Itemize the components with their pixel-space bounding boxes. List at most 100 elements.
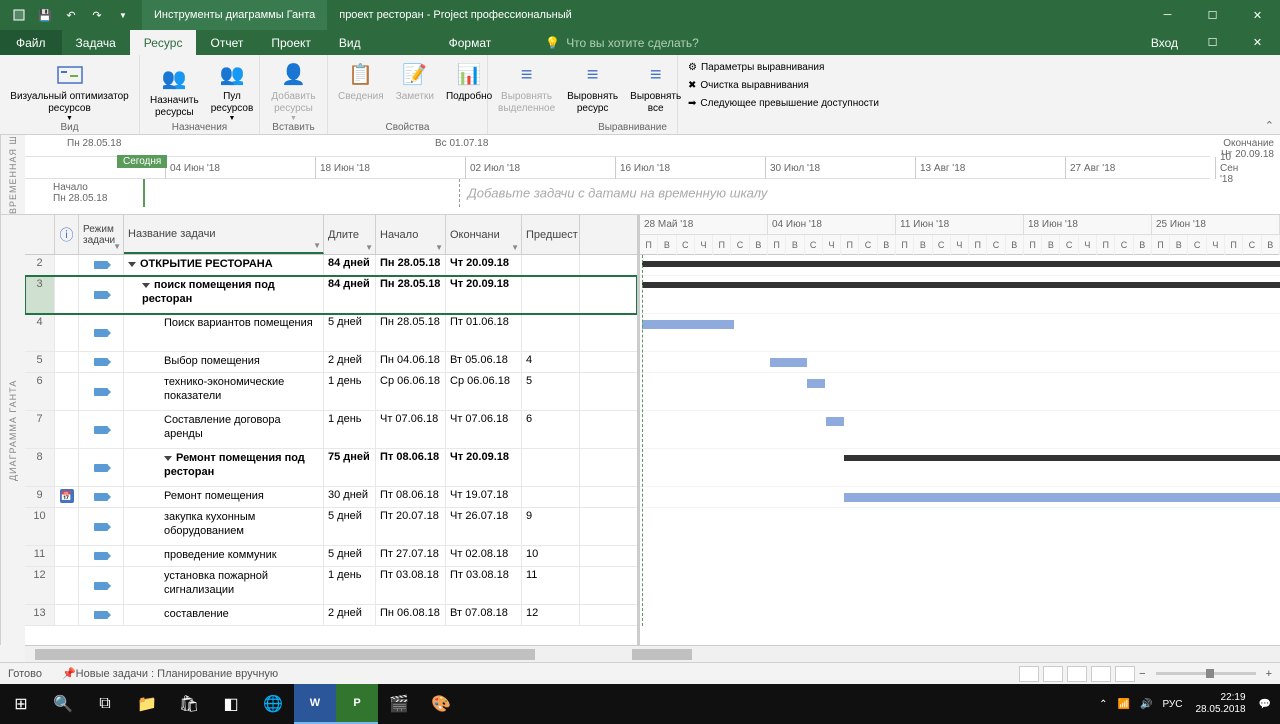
project-button[interactable]: P [336, 684, 378, 724]
tray-chevron-icon[interactable]: ⌃ [1094, 684, 1112, 724]
timeline-placeholder[interactable]: Добавьте задачи с датами на временную шк… [468, 186, 768, 201]
view-sheet-button[interactable] [1091, 666, 1111, 682]
tray-input-lang[interactable]: РУС [1157, 684, 1187, 724]
cell-start[interactable]: Пн 06.08.18 [376, 605, 446, 625]
add-resources-button[interactable]: 👤 Добавить ресурсы ▼ [264, 57, 323, 125]
cell-name[interactable]: ОТКРЫТИЕ РЕСТОРАНА [124, 255, 324, 275]
row-number[interactable]: 5 [25, 352, 55, 372]
col-rownum[interactable] [25, 215, 55, 254]
cell-start[interactable]: Пн 28.05.18 [376, 255, 446, 275]
task-row[interactable]: 7 Составление договора аренды 1 день Чт … [25, 411, 637, 449]
tab-view[interactable]: Вид [325, 30, 375, 55]
cell-start[interactable]: Пн 28.05.18 [376, 314, 446, 351]
col-name[interactable]: Название задачи▼ [124, 215, 324, 254]
tab-report[interactable]: Отчет [196, 30, 257, 55]
cell-name[interactable]: Выбор помещения [124, 352, 324, 372]
cell-indicator[interactable] [55, 255, 79, 275]
cell-indicator[interactable] [55, 567, 79, 604]
cell-indicator[interactable] [55, 352, 79, 372]
app-button[interactable]: ◧ [210, 684, 252, 724]
ribbon-close-button[interactable]: ✕ [1235, 28, 1280, 58]
cell-start[interactable]: Пт 08.06.18 [376, 449, 446, 486]
save-icon[interactable]: 💾 [34, 4, 56, 26]
cell-mode[interactable] [79, 567, 124, 604]
cell-name[interactable]: Поиск вариантов помещения [124, 314, 324, 351]
cell-indicator[interactable] [55, 411, 79, 448]
start-button[interactable]: ⊞ [0, 684, 42, 724]
task-bar[interactable] [826, 417, 844, 426]
collapse-icon[interactable] [164, 456, 172, 461]
cell-mode[interactable] [79, 314, 124, 351]
cell-indicator[interactable] [55, 546, 79, 566]
dropdown-arrow-icon[interactable]: ▼ [365, 243, 373, 252]
tray-clock[interactable]: 22:19 28.05.2018 [1187, 692, 1253, 716]
cell-name[interactable]: технико-экономические показатели [124, 373, 324, 410]
row-number[interactable]: 4 [25, 314, 55, 351]
col-mode[interactable]: Режим задачи▼ [79, 215, 124, 254]
resource-pool-button[interactable]: 👥 Пул ресурсов ▼ [205, 57, 260, 125]
zoom-in-button[interactable]: + [1266, 668, 1272, 680]
app-icon[interactable] [8, 4, 30, 26]
collapse-icon[interactable] [142, 283, 150, 288]
collapse-ribbon-button[interactable]: ⌃ [1265, 119, 1274, 132]
view-gantt-button[interactable] [1019, 666, 1039, 682]
dropdown-arrow-icon[interactable]: ▼ [113, 243, 121, 252]
dropdown-arrow-icon[interactable]: ▼ [435, 243, 443, 252]
cell-name[interactable]: составление [124, 605, 324, 625]
cell-start[interactable]: Пт 27.07.18 [376, 546, 446, 566]
cell-start[interactable]: Пн 04.06.18 [376, 352, 446, 372]
row-number[interactable]: 2 [25, 255, 55, 275]
cell-name[interactable]: установка пожарной сигнализации [124, 567, 324, 604]
cell-finish[interactable]: Вт 07.08.18 [446, 605, 522, 625]
cell-duration[interactable]: 84 дней [324, 276, 376, 313]
cell-indicator[interactable] [55, 314, 79, 351]
cell-duration[interactable]: 5 дней [324, 314, 376, 351]
cell-indicator[interactable] [55, 276, 79, 313]
cell-finish[interactable]: Чт 20.09.18 [446, 255, 522, 275]
cell-predecessor[interactable]: 10 [522, 546, 580, 566]
task-view-button[interactable]: ⧉ [84, 684, 126, 724]
cell-mode[interactable] [79, 449, 124, 486]
cell-mode[interactable] [79, 546, 124, 566]
search-button[interactable]: 🔍 [42, 684, 84, 724]
zoom-out-button[interactable]: − [1139, 668, 1145, 680]
cell-finish[interactable]: Вт 05.06.18 [446, 352, 522, 372]
cell-duration[interactable]: 5 дней [324, 546, 376, 566]
qat-dropdown-icon[interactable]: ▼ [112, 4, 134, 26]
cell-finish[interactable]: Ср 06.06.18 [446, 373, 522, 410]
col-predecessors[interactable]: Предшест [522, 215, 580, 254]
task-row[interactable]: 5 Выбор помещения 2 дней Пн 04.06.18 Вт … [25, 352, 637, 373]
summary-bar[interactable] [642, 261, 1280, 267]
cell-duration[interactable]: 1 день [324, 411, 376, 448]
collapse-icon[interactable] [128, 262, 136, 267]
cell-duration[interactable]: 2 дней [324, 605, 376, 625]
cell-mode[interactable] [79, 411, 124, 448]
cell-predecessor[interactable] [522, 314, 580, 351]
level-resource-button[interactable]: ≡Выровнять ресурс [561, 57, 624, 117]
cell-finish[interactable]: Чт 02.08.18 [446, 546, 522, 566]
cell-name[interactable]: Составление договора аренды [124, 411, 324, 448]
cell-indicator[interactable] [55, 373, 79, 410]
leveling-options-button[interactable]: ⚙Параметры выравнивания [688, 59, 1270, 77]
tab-format[interactable]: Формат [435, 30, 506, 55]
summary-bar[interactable] [844, 455, 1280, 461]
tray-network-icon[interactable]: 📶 [1113, 684, 1135, 724]
task-row[interactable]: 9 📅 Ремонт помещения 30 дней Пт 08.06.18… [25, 487, 637, 508]
task-row[interactable]: 4 Поиск вариантов помещения 5 дней Пн 28… [25, 314, 637, 352]
cell-predecessor[interactable] [522, 449, 580, 486]
col-indicators[interactable]: ⓘ [55, 215, 79, 254]
close-button[interactable]: ✕ [1235, 0, 1280, 30]
summary-bar[interactable] [642, 282, 1280, 288]
cell-duration[interactable]: 84 дней [324, 255, 376, 275]
cell-predecessor[interactable]: 12 [522, 605, 580, 625]
cell-mode[interactable] [79, 276, 124, 313]
chrome-button[interactable]: 🌐 [252, 684, 294, 724]
notes-button[interactable]: 📝Заметки [390, 57, 440, 105]
cell-predecessor[interactable] [522, 487, 580, 507]
cell-predecessor[interactable] [522, 276, 580, 313]
word-button[interactable]: W [294, 684, 336, 724]
task-row[interactable]: 11 проведение коммуник 5 дней Пт 27.07.1… [25, 546, 637, 567]
task-row[interactable]: 8 Ремонт помещения под ресторан 75 дней … [25, 449, 637, 487]
store-button[interactable]: 🛍 [168, 684, 210, 724]
cell-predecessor[interactable]: 4 [522, 352, 580, 372]
